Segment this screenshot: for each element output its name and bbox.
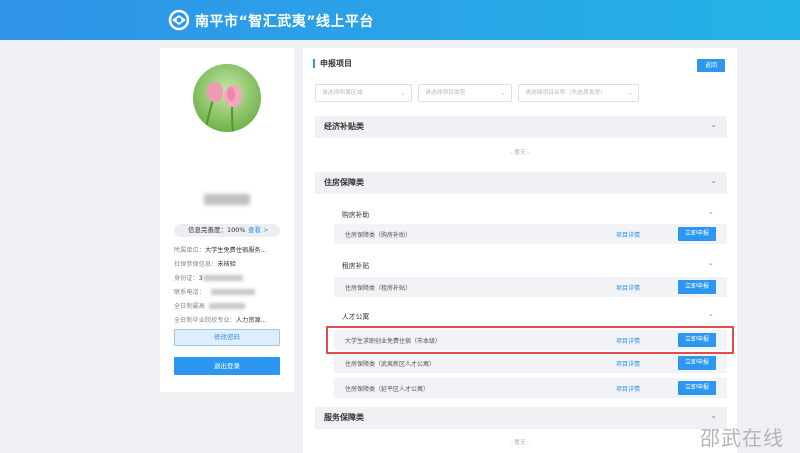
main-panel: 申报项目 返回 请选择所属区域 ⌄ 请选择项目类型 ⌄ 请选择项目名称（先选择类型）… <box>303 48 737 453</box>
completeness-label: 信息完善度：100% <box>188 226 246 234</box>
apply-button[interactable]: 立即申报 <box>678 381 716 395</box>
redacted-education <box>208 303 245 309</box>
project-detail-link[interactable]: 项目详情 <box>616 230 640 239</box>
apply-button[interactable]: 立即申报 <box>678 227 716 241</box>
info-row-unit: 所属单位：大学生免费住宿服务... <box>174 247 267 254</box>
completeness-badge: 信息完善度：100% 查看 > <box>174 224 280 237</box>
category-service[interactable]: 服务保障类 ⌄ <box>315 407 727 429</box>
project-detail-link[interactable]: 项目详情 <box>616 384 640 393</box>
subgroup-purchase[interactable]: 购房补助 <box>342 209 369 219</box>
chevron-down-icon: ⌄ <box>710 176 717 185</box>
subgroup-rent[interactable]: 租房补贴 <box>342 260 369 270</box>
empty-text: - 暂无 - <box>510 150 530 156</box>
logo-icon <box>168 9 190 31</box>
page-title: 申报项目 <box>313 59 352 68</box>
highlight-box <box>326 326 734 354</box>
chevron-down-icon[interactable]: ⌄ <box>708 310 714 318</box>
apply-button[interactable]: 立即申报 <box>678 280 716 294</box>
redacted-id <box>202 275 243 281</box>
chevron-down-icon: ⌄ <box>627 89 633 97</box>
site-title: 南平市“智汇武夷”线上平台 <box>195 14 374 30</box>
list-item: 住房保障类（租房补贴） 项目详情 立即申报 <box>334 277 727 297</box>
watermark: 邵武在线 <box>700 426 784 450</box>
project-name-select[interactable]: 请选择项目名称（先选择类型） ⌄ <box>518 84 639 102</box>
info-row-id: 身份证：3 <box>174 273 243 282</box>
category-housing[interactable]: 住房保障类 ⌄ <box>315 172 727 194</box>
logout-button[interactable]: 退出登录 <box>174 357 280 375</box>
chevron-down-icon[interactable]: ⌄ <box>708 259 714 267</box>
info-row-education: 全日制最高 <box>174 301 245 310</box>
info-row-phone: 联系电话： <box>174 287 255 296</box>
view-info-link[interactable]: 查看 > <box>248 224 269 237</box>
chevron-down-icon: ⌄ <box>500 89 506 97</box>
chevron-down-icon: ⌄ <box>710 120 717 129</box>
project-detail-link[interactable]: 项目详情 <box>616 359 640 368</box>
info-row-insurance: 社保参保信息：未核验 <box>174 261 236 268</box>
avatar <box>193 64 261 132</box>
project-detail-link[interactable]: 项目详情 <box>616 283 640 292</box>
profile-panel: 信息完善度：100% 查看 > 所属单位：大学生免费住宿服务... 社保参保信息… <box>160 48 294 392</box>
project-type-select[interactable]: 请选择项目类型 ⌄ <box>418 84 512 102</box>
category-economic[interactable]: 经济补贴类 ⌄ <box>315 116 727 138</box>
apply-button[interactable]: 立即申报 <box>678 356 716 370</box>
user-name-redacted <box>204 194 250 205</box>
change-password-button[interactable]: 修改密码 <box>174 329 280 346</box>
back-button[interactable]: 返回 <box>697 59 725 72</box>
redacted-phone <box>210 289 255 295</box>
region-select[interactable]: 请选择所属区域 ⌄ <box>315 84 412 102</box>
list-item: 住房保障类（武夷新区人才公寓） 项目详情 立即申报 <box>334 353 727 373</box>
subgroup-talent-apartment[interactable]: 人才公寓 <box>342 311 369 321</box>
info-row-school: 全日制毕业院校专业：人力资源... <box>174 317 267 324</box>
chevron-down-icon: ⌄ <box>400 89 406 97</box>
top-header: 南平市“智汇武夷”线上平台 <box>0 0 800 40</box>
empty-text: - 暂无 - <box>510 440 530 446</box>
chevron-down-icon[interactable]: ⌄ <box>708 208 714 216</box>
list-item: 住房保障类（延平区人才公寓） 项目详情 立即申报 <box>334 378 727 398</box>
chevron-down-icon: ⌄ <box>710 411 717 420</box>
list-item: 住房保障类（购房补助） 项目详情 立即申报 <box>334 224 727 244</box>
